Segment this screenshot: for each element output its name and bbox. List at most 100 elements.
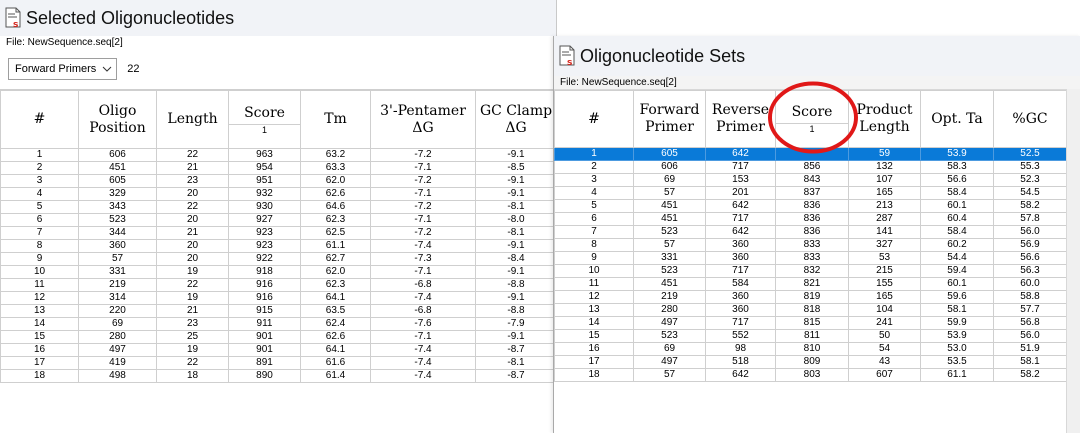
table-row[interactable]: 16 69 98 810 54 53.0 51.9 — [554, 342, 1067, 356]
table-cell: 62.0 — [300, 265, 371, 279]
right-title-bar[interactable]: s Oligonucleotide Sets — [554, 36, 1080, 76]
left-column-header[interactable]: 3'-Pentamer ΔG — [370, 90, 476, 149]
table-cell: 523 — [633, 264, 706, 278]
table-row[interactable]: 17 497 518 809 43 53.5 58.1 — [554, 355, 1067, 369]
left-column-header[interactable]: Oligo Position — [78, 90, 157, 149]
table-row[interactable]: 6 451 717 836 287 60.4 57.8 — [554, 212, 1067, 226]
table-cell: 327 — [848, 238, 921, 252]
table-cell: -7.2 — [370, 200, 476, 214]
table-row[interactable]: 16 497 19 901 64.1 -7.4 -8.7 — [0, 343, 557, 357]
table-cell: -9.1 — [475, 174, 557, 188]
table-row[interactable]: 10 331 19 918 62.0 -7.1 -9.1 — [0, 265, 557, 279]
table-row[interactable]: 7 523 642 836 141 58.4 56.0 — [554, 225, 1067, 239]
table-cell: -7.9 — [475, 317, 557, 331]
right-column-header[interactable]: Product Length — [848, 90, 921, 148]
primer-type-dropdown[interactable]: Forward Primers — [8, 58, 118, 80]
table-row[interactable]: 1 606 22 963 63.2 -7.2 -9.1 — [0, 148, 557, 162]
table-cell: 843 — [775, 173, 849, 187]
table-cell: 98 — [705, 342, 776, 356]
table-cell: 287 — [848, 212, 921, 226]
table-row[interactable]: 4 329 20 932 62.6 -7.1 -9.1 — [0, 187, 557, 201]
table-cell: 64.6 — [300, 200, 371, 214]
table-cell: 11 — [0, 278, 79, 292]
left-column-header[interactable]: # — [0, 90, 79, 149]
table-cell: 17 — [554, 355, 634, 369]
table-cell: -8.7 — [475, 343, 557, 357]
table-cell: 56.3 — [993, 264, 1067, 278]
table-cell: 56.0 — [993, 329, 1067, 343]
table-row[interactable]: 14 497 717 815 241 59.9 56.8 — [554, 316, 1067, 330]
table-row[interactable]: 18 57 642 803 607 61.1 58.2 — [554, 368, 1067, 382]
left-column-header[interactable]: Length — [156, 90, 229, 149]
table-cell: 60.4 — [920, 212, 994, 226]
table-row[interactable]: 13 280 360 818 104 58.1 57.7 — [554, 303, 1067, 317]
table-cell: 61.1 — [920, 368, 994, 382]
table-row[interactable]: 17 419 22 891 61.6 -7.4 -8.1 — [0, 356, 557, 370]
table-row[interactable]: 18 498 18 890 61.4 -7.4 -8.7 — [0, 369, 557, 383]
table-cell: 331 — [78, 265, 157, 279]
table-cell: 819 — [775, 290, 849, 304]
table-cell: 360 — [78, 239, 157, 253]
table-cell: 717 — [705, 212, 776, 226]
right-column-header[interactable]: Forward Primer — [633, 90, 706, 148]
table-cell: 20 — [156, 252, 229, 266]
table-cell: 951 — [228, 174, 301, 188]
table-row[interactable]: 4 57 201 837 165 58.4 54.5 — [554, 186, 1067, 200]
right-column-header[interactable]: %GC — [993, 90, 1067, 148]
table-row[interactable]: 11 219 22 916 62.3 -6.8 -8.8 — [0, 278, 557, 292]
table-row[interactable]: 12 219 360 819 165 59.6 58.8 — [554, 290, 1067, 304]
table-cell: 14 — [554, 316, 634, 330]
table-row[interactable]: 12 314 19 916 64.1 -7.4 -9.1 — [0, 291, 557, 305]
table-row[interactable]: 8 360 20 923 61.1 -7.4 -9.1 — [0, 239, 557, 253]
table-cell: 419 — [78, 356, 157, 370]
column-label: %GC — [1012, 110, 1048, 127]
table-cell: 241 — [848, 316, 921, 330]
table-row[interactable]: 8 57 360 833 327 60.2 56.9 — [554, 238, 1067, 252]
table-cell: 451 — [78, 161, 157, 175]
table-cell: 60.0 — [993, 277, 1067, 291]
table-row[interactable]: 5 343 22 930 64.6 -7.2 -8.1 — [0, 200, 557, 214]
table-cell: 932 — [228, 187, 301, 201]
vertical-scrollbar[interactable] — [1066, 89, 1080, 433]
table-row[interactable]: 14 69 23 911 62.4 -7.6 -7.9 — [0, 317, 557, 331]
table-cell: 4 — [0, 187, 79, 201]
table-row[interactable]: 2 451 21 954 63.3 -7.1 -8.5 — [0, 161, 557, 175]
table-row[interactable]: 6 523 20 927 62.3 -7.1 -8.0 — [0, 213, 557, 227]
oligo-table: # Oligo Position Length Score 1 Tm 3'-Pentamer… — [0, 90, 557, 383]
table-row[interactable]: 7 344 21 923 62.5 -7.2 -8.1 — [0, 226, 557, 240]
left-column-header[interactable]: Score 1 — [228, 90, 301, 149]
table-row[interactable]: 15 280 25 901 62.6 -7.1 -9.1 — [0, 330, 557, 344]
table-row[interactable]: 13 220 21 915 63.5 -6.8 -8.8 — [0, 304, 557, 318]
table-cell: 717 — [705, 316, 776, 330]
table-row[interactable]: 10 523 717 832 215 59.4 56.3 — [554, 264, 1067, 278]
table-cell: 58.2 — [993, 368, 1067, 382]
table-row[interactable]: 11 451 584 821 155 60.1 60.0 — [554, 277, 1067, 291]
table-row[interactable]: 3 69 153 843 107 56.6 52.3 — [554, 173, 1067, 187]
table-cell: 803 — [775, 368, 849, 382]
window-title: Selected Oligonucleotides — [26, 7, 235, 28]
table-cell: 57.7 — [993, 303, 1067, 317]
table-row[interactable]: 9 331 360 833 53 54.4 56.6 — [554, 251, 1067, 265]
table-cell: 19 — [156, 343, 229, 357]
table-row[interactable]: 2 606 717 856 132 58.3 55.3 — [554, 160, 1067, 174]
table-row[interactable]: 15 523 552 811 50 53.9 56.0 — [554, 329, 1067, 343]
table-row[interactable]: 3 605 23 951 62.0 -7.2 -9.1 — [0, 174, 557, 188]
table-cell: 53.5 — [920, 355, 994, 369]
table-cell: 18 — [0, 369, 79, 383]
table-cell: -9.1 — [475, 187, 557, 201]
table-cell: 64.1 — [300, 291, 371, 305]
table-cell: 17 — [0, 356, 79, 370]
table-cell: 22 — [156, 356, 229, 370]
left-column-header[interactable]: GC Clamp ΔG — [475, 90, 557, 149]
table-row[interactable]: 5 451 642 836 213 60.1 58.2 — [554, 199, 1067, 213]
right-column-header[interactable]: # — [554, 90, 634, 148]
right-column-header[interactable]: Opt. Ta — [920, 90, 994, 148]
column-label: Product Length — [856, 102, 913, 135]
right-column-header[interactable]: Reverse Primer — [705, 90, 776, 148]
table-cell: 57.8 — [993, 212, 1067, 226]
table-cell: 21 — [156, 304, 229, 318]
left-column-header[interactable]: Tm — [300, 90, 371, 149]
table-cell: 25 — [156, 330, 229, 344]
left-title-bar[interactable]: s Selected Oligonucleotides — [0, 0, 556, 36]
table-row[interactable]: 9 57 20 922 62.7 -7.3 -8.4 — [0, 252, 557, 266]
